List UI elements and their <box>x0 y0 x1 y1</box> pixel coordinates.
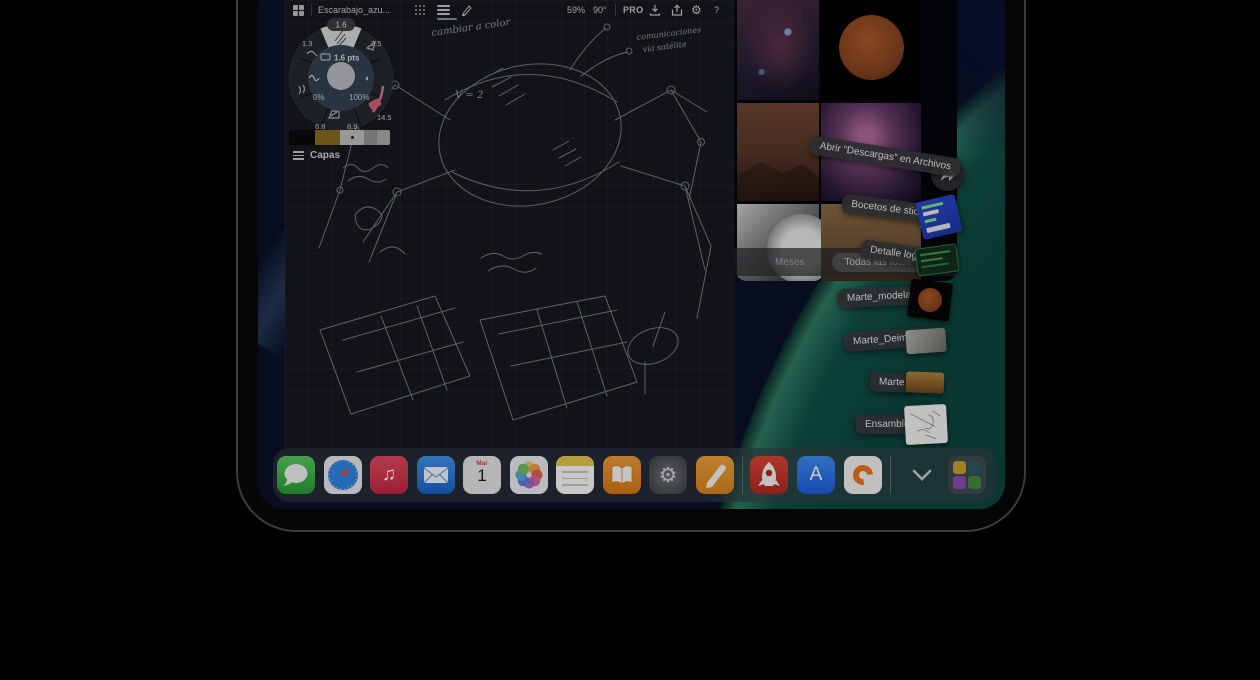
wheel-min-label: 0% <box>313 93 325 102</box>
tool-wheel[interactable]: 1.3 3.5 14.5 8.9 6.8 1.6 pts ◐ 0% 100% <box>285 16 397 137</box>
note-comms-2: vía satélite <box>642 40 687 54</box>
chevron-down-icon <box>912 469 932 481</box>
rotation-angle[interactable]: 90° <box>593 3 607 17</box>
pen-tool-icon[interactable] <box>461 3 473 17</box>
note-comms-1: comunicaciones <box>636 25 701 42</box>
swatch-lightgray[interactable] <box>377 130 390 145</box>
dock-messages-icon[interactable] <box>277 456 315 494</box>
wheel-center-knob <box>327 62 355 90</box>
selected-size-badge: 1.6 <box>335 21 347 30</box>
photo-mars-planet[interactable] <box>821 0 921 100</box>
dock-safari-icon[interactable] <box>324 456 362 494</box>
dock-calendar-icon[interactable]: Mar 1 <box>463 456 501 494</box>
swatch-selected[interactable] <box>340 130 364 145</box>
settings-gear-icon[interactable]: ⚙ <box>691 3 702 17</box>
layers-menu-icon[interactable] <box>437 3 450 17</box>
dock-divider <box>742 456 743 494</box>
wheel-size-1: 1.3 <box>302 39 312 48</box>
ipad-screen: cambiar a color V = 2 comunicaciones vía… <box>258 0 1005 509</box>
dock-divider <box>890 456 891 494</box>
gear-glyph: ⚙ <box>659 463 678 488</box>
dock-books-icon[interactable] <box>603 456 641 494</box>
drag-thumb-logo[interactable] <box>914 243 959 277</box>
swatch-gray[interactable] <box>364 130 377 145</box>
note-v2: V = 2 <box>455 90 483 101</box>
dock-appstore-icon[interactable]: A <box>797 456 835 494</box>
dock-music-icon[interactable]: ♫ <box>370 456 408 494</box>
dock-collapse-chevron[interactable] <box>903 456 941 494</box>
swatch-gold[interactable] <box>315 130 340 145</box>
help-icon[interactable]: ? <box>714 3 719 17</box>
zoom-level[interactable]: 59% <box>567 3 585 17</box>
share-icon[interactable] <box>671 3 683 17</box>
layers-icon <box>293 151 304 160</box>
dock-rocket-app-icon[interactable] <box>750 456 788 494</box>
selected-tool-underline <box>437 18 457 20</box>
toolbar-divider <box>311 4 312 16</box>
stage: cambiar a color V = 2 comunicaciones vía… <box>0 0 1260 680</box>
wheel-size-2: 3.5 <box>371 39 381 48</box>
opacity-icon: ◐ <box>365 73 370 83</box>
grid-settings-icon[interactable] <box>415 3 426 17</box>
concepts-c-glyph <box>849 461 877 489</box>
dock-drawing-pen-app-icon[interactable] <box>696 456 734 494</box>
wheel-size-3: 14.5 <box>377 113 392 122</box>
dock-settings-icon[interactable]: ⚙ <box>649 456 687 494</box>
layers-panel-header[interactable]: Capas <box>293 150 340 161</box>
app-menu-icon[interactable] <box>293 3 304 17</box>
swatch-black[interactable] <box>289 130 315 145</box>
wheel-size-value: 1.6 pts <box>334 54 360 63</box>
layers-label: Capas <box>310 150 340 161</box>
drawing-app-window: cambiar a color V = 2 comunicaciones vía… <box>285 0 735 448</box>
tab-meses[interactable]: Meses <box>775 257 804 268</box>
handwritten-notes: cambiar a color V = 2 comunicaciones vía… <box>431 17 702 101</box>
drag-thumb-marte[interactable] <box>906 371 945 393</box>
drag-thumb-marte-modelado[interactable] <box>907 279 953 322</box>
dock-concepts-app-icon[interactable] <box>844 456 882 494</box>
dock-photos-icon[interactable] <box>510 456 548 494</box>
photo-nebula-horsehead[interactable] <box>737 0 819 100</box>
dock: ♫ Mar 1 <box>273 448 997 502</box>
pro-badge[interactable]: PRO <box>623 3 643 17</box>
dock-notes-icon[interactable] <box>556 456 594 494</box>
color-palette-bar[interactable] <box>289 130 390 145</box>
music-note-glyph: ♫ <box>382 464 396 486</box>
drag-thumb-marte-deimos[interactable] <box>905 328 947 355</box>
download-icon[interactable] <box>649 3 661 17</box>
drag-thumb-ensamble[interactable] <box>904 404 948 445</box>
appstore-letter: A <box>810 464 823 486</box>
photo-mars-landscape[interactable] <box>737 103 819 201</box>
document-title[interactable]: Escarabajo_azu... <box>318 3 390 17</box>
dock-mail-icon[interactable] <box>417 456 455 494</box>
dock-app-library-icon[interactable] <box>948 456 986 494</box>
calendar-day: 1 <box>463 467 501 484</box>
wheel-max-label: 100% <box>349 93 369 102</box>
toolbar-divider <box>615 4 616 16</box>
